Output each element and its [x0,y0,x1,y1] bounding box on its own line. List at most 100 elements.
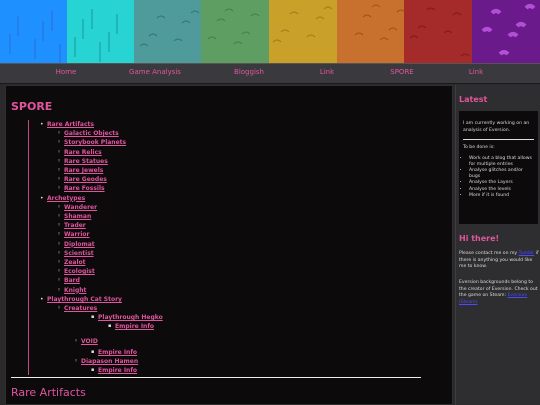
toc-link[interactable]: Scientist [64,250,94,257]
toc-item: Empire Info [91,366,429,375]
banner-motif [139,10,200,47]
banner-motif-stroke [515,22,527,28]
toc-item: Rare Statues [57,157,429,166]
nav-link-game-analysis[interactable]: Game Analysis [129,68,181,76]
page-title: SPORE [11,100,53,113]
banner-motif-stroke [443,30,453,34]
banner-motif [481,4,536,56]
banner-motif-stroke [354,32,364,36]
toc-link[interactable]: Galactic Objects [64,130,119,137]
toc-item: Galactic Objects [57,129,429,138]
toc-link[interactable]: Rare Relics [64,149,102,156]
banner-motif-stroke [280,29,290,33]
banner-motif-stroke [498,50,510,56]
toc-item: Shaman [57,212,429,221]
todo-list: Work out a blog that allows for multiple… [463,156,534,199]
toc-link[interactable]: Storybook Planets [64,139,126,146]
banner-motif [9,11,61,63]
banner-motif-stroke [481,27,493,33]
toc-link-archetypes[interactable]: Archetypes [47,195,85,202]
banner-motif-stroke [181,20,191,24]
toc-link[interactable]: Zealot [64,259,86,266]
banner-motif-stroke [315,16,325,20]
toc-link-hegko[interactable]: Playthrough Hegko [98,314,163,321]
todo-item: Analyse glitches and/or bugs [469,168,534,180]
banner-motif-stroke [173,38,183,42]
toc-link-diapason[interactable]: Diapason Hamen [81,358,138,365]
toc-item: Warrior [57,230,429,239]
toc-item: Zealot [57,258,429,267]
toc-link[interactable]: Trader [64,222,86,229]
banner-motif-stroke [250,13,260,17]
banner-motif-stroke [460,53,470,57]
banner-motif-stroke [323,6,333,10]
toc-link-creatures[interactable]: Creatures [64,305,97,312]
banner-motif-stroke [156,15,166,19]
toc-item: Empire Info [91,348,429,357]
toc-item: Playthrough Hegko Empire Info [91,313,429,332]
toc-link-empire-info[interactable]: Empire Info [115,323,154,330]
toc-link-playthrough[interactable]: Playthrough Cat Story [47,296,122,303]
toc-item: Empire Info [108,322,429,331]
nav-link-link-2[interactable]: Link [469,68,483,76]
toc-link[interactable]: Knight [64,287,86,294]
banner-motif [74,9,118,62]
banner-band-green [201,0,269,63]
nav-link-link[interactable]: Link [320,68,334,76]
banner-motif-stroke [190,10,200,14]
nav-link-spore[interactable]: SPORE [390,68,413,76]
sidebar-heading-hi: Hi there! [459,234,500,243]
toc-link[interactable]: Rare Fossils [64,185,105,192]
banner-band-blue [0,0,67,63]
banner-motif-stroke [409,35,419,39]
contact-link[interactable]: Tumblr [519,251,535,256]
toc-link[interactable]: Wanderer [64,204,97,211]
toc-link[interactable]: Rare Jewels [64,167,103,174]
toc-link-empire-info[interactable]: Empire Info [98,349,137,356]
banner-band-gold [269,0,337,63]
sidebar: Latest I am currently working on an anal… [455,85,540,405]
header-banner [0,0,540,63]
main-content: SPORE Rare Artifacts Galactic Objects St… [5,85,453,405]
toc-link[interactable]: Diplomat [64,241,95,248]
toc-item: Storybook Planets [57,138,429,147]
toc-item: Rare Relics [57,148,429,157]
toc-item: Rare Jewels [57,166,429,175]
banner-band-teal [134,0,201,63]
banner-band-cyan [67,0,134,63]
banner-motif-stroke [396,9,404,13]
section-divider [11,377,421,378]
toc-link[interactable]: Warrior [64,231,90,238]
sidebar-heading-latest: Latest [459,95,488,104]
nav-link-bloggish[interactable]: Bloggish [234,68,264,76]
toc-link-empire-info[interactable]: Empire Info [98,367,137,374]
latest-panel: I am currently working on an analysis of… [459,111,538,224]
toc-link[interactable]: Ecologist [64,268,95,275]
banner-motif-stroke [452,12,462,16]
todo-item: More if it is found [469,193,534,199]
toc-link-void[interactable]: VOID [81,338,98,345]
toc-item: Ecologist [57,267,429,276]
toc-link[interactable]: Rare Geodes [64,176,107,183]
toc-item: VOID Empire Info [74,337,429,358]
top-navigation: Home Game Analysis Bloggish Link SPORE L… [0,63,540,84]
nav-link-home[interactable]: Home [56,68,77,76]
toc-item: Rare Fossils [57,184,429,193]
toc-link[interactable]: Shaman [64,213,91,220]
toc-item: Scientist [57,249,429,258]
toc-link[interactable]: Bard [64,277,80,284]
banner-motif-stroke [362,14,372,18]
toc-item: Knight [57,286,429,295]
banner-motif-stroke [379,37,389,41]
toc-link-rare-artifacts[interactable]: Rare Artifacts [47,121,94,128]
banner-band-orange [337,0,404,63]
toc-link[interactable]: Rare Statues [64,158,108,165]
banner-motif [354,4,404,41]
toc-item: Diplomat [57,240,429,249]
toc-item: Wanderer [57,203,429,212]
banner-motif-stroke [524,4,536,10]
banner-motif-stroke [426,7,436,11]
banner-motif-stroke [216,18,226,22]
toc-item: Playthrough Cat Story Creatures Playthro… [40,295,429,376]
credit-text: Eversion backgrounds belong to the creat… [459,280,539,306]
